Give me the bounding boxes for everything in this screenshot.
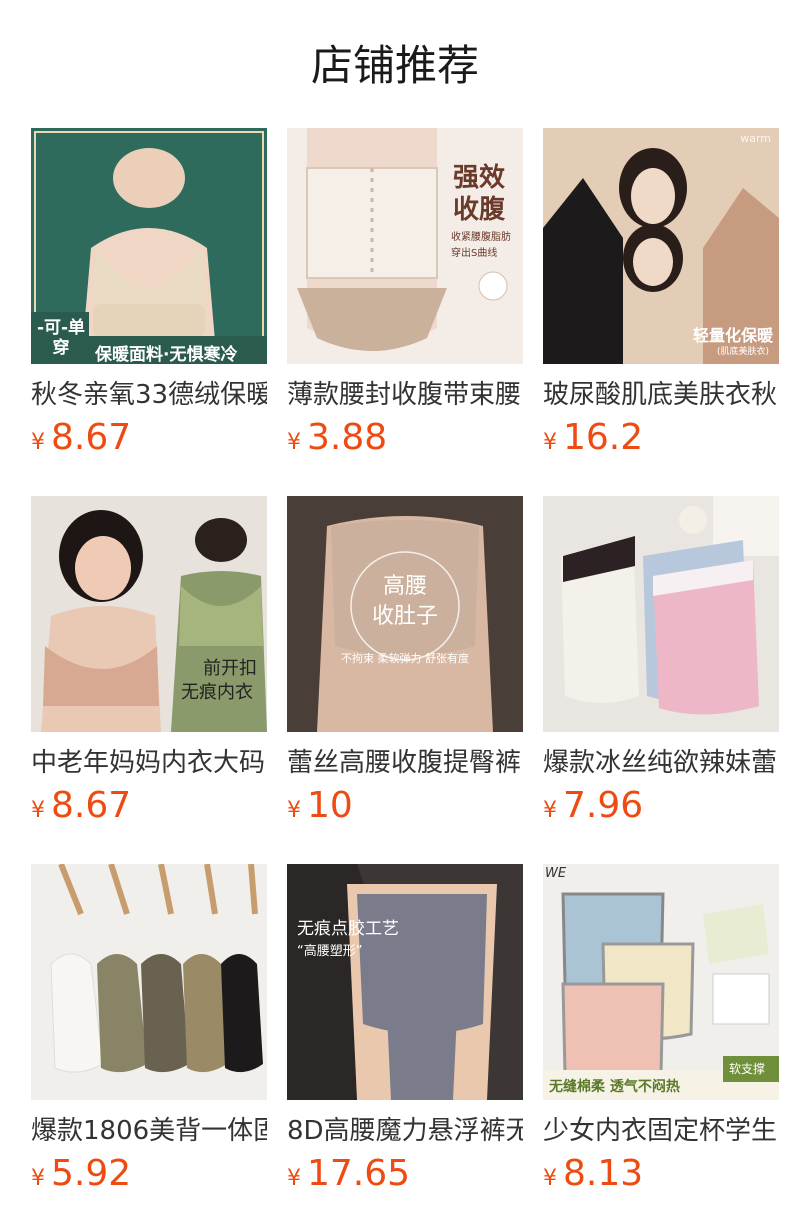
line2-text: 无痕内衣: [181, 682, 253, 703]
product-name[interactable]: 少女内衣固定杯学生: [543, 1114, 779, 1148]
product-image[interactable]: 无痕点胶工艺 “高腰塑形”: [287, 864, 523, 1100]
product-image[interactable]: 前开扣 无痕内衣: [31, 496, 267, 732]
product-price: 8.67: [51, 417, 132, 458]
currency-symbol: ¥: [287, 798, 301, 823]
product-image[interactable]: -可-单穿 保暖面料·无惧寒冷: [31, 128, 267, 364]
product-card[interactable]: WE 无缝棉柔 透气不闷热 软支撑 少女内衣固定杯学生 ¥8.13: [543, 864, 779, 1232]
corner-text: WE: [545, 866, 567, 881]
product-name[interactable]: 爆款冰丝纯欲辣妹蕾: [543, 746, 779, 780]
currency-symbol: ¥: [543, 430, 557, 455]
product-name[interactable]: 秋冬亲氧33德绒保暖: [31, 378, 267, 412]
product-price: 16.2: [563, 417, 644, 458]
product-name[interactable]: 蕾丝高腰收腹提臀裤: [287, 746, 523, 780]
product-card[interactable]: warm 轻量化保暖 (肌底美肤衣) 玻尿酸肌底美肤衣秋 ¥16.2: [543, 128, 779, 496]
currency-symbol: ¥: [287, 1166, 301, 1191]
line2-text: 收肚子: [371, 604, 438, 629]
product-card[interactable]: 前开扣 无痕内衣 中老年妈妈内衣大码 ¥8.67: [31, 496, 267, 864]
sub-text: 不拘束 柔软弹力 舒张有度: [341, 652, 469, 665]
product-price: 10: [307, 785, 353, 826]
product-price: 3.88: [307, 417, 388, 458]
price-row: ¥3.88: [287, 416, 387, 460]
banner-text: 轻量化保暖: [692, 326, 773, 345]
product-card[interactable]: 爆款1806美背一体固 ¥5.92: [31, 864, 267, 1232]
product-price: 7.96: [563, 785, 644, 826]
product-card[interactable]: 强效收腹 收紧腰腹脂肪 穿出S曲线 薄款腰封收腹带束腰 ¥3.88: [287, 128, 523, 496]
currency-symbol: ¥: [31, 1166, 45, 1191]
currency-symbol: ¥: [31, 430, 45, 455]
price-row: ¥7.96: [543, 784, 643, 828]
banner-text: 无缝棉柔 透气不闷热: [549, 1079, 680, 1095]
product-name[interactable]: 8D高腰魔力悬浮裤无: [287, 1114, 523, 1148]
price-row: ¥8.13: [543, 1152, 643, 1196]
price-row: ¥5.92: [31, 1152, 131, 1196]
headline-text: 无痕点胶工艺: [297, 919, 399, 939]
product-price: 8.67: [51, 785, 132, 826]
product-card[interactable]: 爆款冰丝纯欲辣妹蕾 ¥7.96: [543, 496, 779, 864]
price-row: ¥16.2: [543, 416, 643, 460]
product-image[interactable]: 强效收腹 收紧腰腹脂肪 穿出S曲线: [287, 128, 523, 364]
product-image[interactable]: [543, 496, 779, 732]
product-image[interactable]: 高腰 收肚子 不拘束 柔软弹力 舒张有度: [287, 496, 523, 732]
product-image[interactable]: [31, 864, 267, 1100]
page-title: 店铺推荐: [310, 41, 479, 90]
product-image[interactable]: warm 轻量化保暖 (肌底美肤衣): [543, 128, 779, 364]
corner-text: warm: [740, 132, 771, 145]
headline-text: 强效收腹: [453, 163, 506, 225]
product-name[interactable]: 玻尿酸肌底美肤衣秋: [543, 378, 779, 412]
line1-text: 前开扣: [203, 658, 257, 679]
banner-text: 保暖面料·无惧寒冷: [95, 345, 238, 364]
product-name[interactable]: 薄款腰封收腹带束腰: [287, 378, 523, 412]
sub-text: (肌底美肤衣): [716, 347, 769, 357]
currency-symbol: ¥: [543, 798, 557, 823]
product-card[interactable]: -可-单穿 保暖面料·无惧寒冷 秋冬亲氧33德绒保暖 ¥8.67: [31, 128, 267, 496]
sub-text: “高腰塑形”: [297, 944, 363, 959]
product-price: 17.65: [307, 1153, 411, 1194]
product-card[interactable]: 无痕点胶工艺 “高腰塑形” 8D高腰魔力悬浮裤无 ¥17.65: [287, 864, 523, 1232]
product-card[interactable]: 高腰 收肚子 不拘束 柔软弹力 舒张有度 蕾丝高腰收腹提臀裤 ¥10: [287, 496, 523, 864]
product-image[interactable]: WE 无缝棉柔 透气不闷热 软支撑: [543, 864, 779, 1100]
price-row: ¥17.65: [287, 1152, 410, 1196]
price-row: ¥8.67: [31, 416, 131, 460]
currency-symbol: ¥: [31, 798, 45, 823]
product-price: 5.92: [51, 1153, 132, 1194]
product-grid: -可-单穿 保暖面料·无惧寒冷 秋冬亲氧33德绒保暖 ¥8.67 强效收腹 收紧…: [31, 128, 779, 1232]
badge-text: -可-单穿: [36, 318, 86, 358]
price-row: ¥8.67: [31, 784, 131, 828]
tag-text: 软支撑: [729, 1062, 766, 1076]
product-name[interactable]: 中老年妈妈内衣大码: [31, 746, 267, 780]
price-row: ¥10: [287, 784, 353, 828]
currency-symbol: ¥: [543, 1166, 557, 1191]
product-price: 8.13: [563, 1153, 644, 1194]
sub-text: 收紧腰腹脂肪 穿出S曲线: [451, 232, 511, 259]
currency-symbol: ¥: [287, 430, 301, 455]
product-name[interactable]: 爆款1806美背一体固: [31, 1114, 267, 1148]
line1-text: 高腰: [382, 574, 427, 599]
